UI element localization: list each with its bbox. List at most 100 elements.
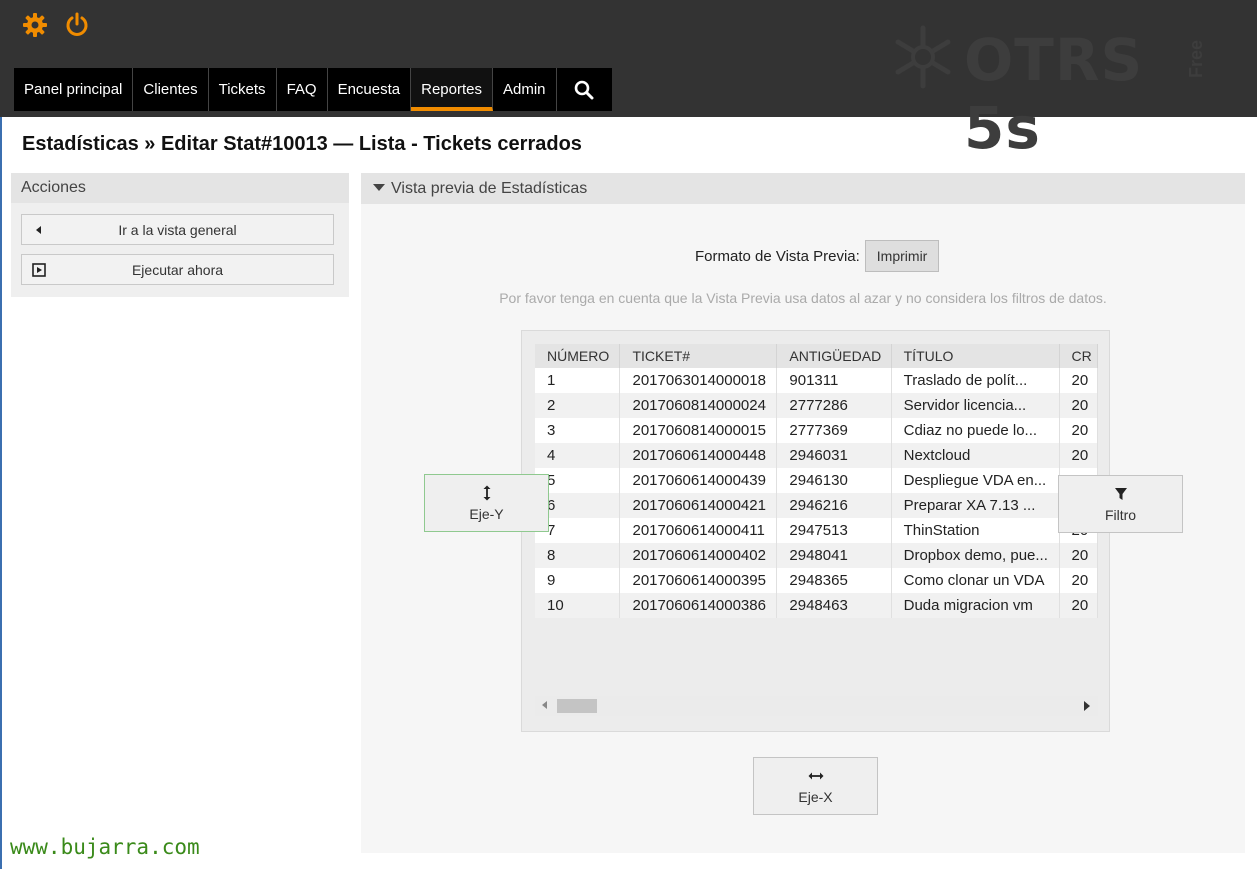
actions-sidebar: Acciones Ir a la vista general Ejecutar … — [11, 173, 349, 297]
table-row: 3 2017060814000015 2777369 Cdiaz no pued… — [535, 418, 1098, 443]
table-row: 7 2017060614000411 2947513 ThinStation 2… — [535, 518, 1098, 543]
filter-icon — [1114, 488, 1127, 500]
preview-table-wrap: NÚMERO TICKET# ANTIGÜEDAD TÍTULO CR 1 20… — [535, 344, 1098, 619]
overview-button[interactable]: Ir a la vista general — [21, 214, 334, 245]
nav-clientes[interactable]: Clientes — [133, 68, 209, 111]
table-cell: 2017060614000386 — [619, 593, 778, 618]
filter-button[interactable]: Filtro — [1058, 475, 1183, 533]
table-cell: 1 — [535, 368, 621, 393]
column-header: TICKET# — [619, 344, 778, 368]
table-row: 6 2017060614000421 2946216 Preparar XA 7… — [535, 493, 1098, 518]
table-cell: Cdiaz no puede lo... — [891, 418, 1060, 443]
preview-box: NÚMERO TICKET# ANTIGÜEDAD TÍTULO CR 1 20… — [521, 330, 1110, 732]
nav-reportes[interactable]: Reportes — [411, 68, 493, 111]
preview-table: NÚMERO TICKET# ANTIGÜEDAD TÍTULO CR 1 20… — [535, 344, 1098, 618]
window-edge — [0, 0, 2, 869]
vertical-resize-icon — [483, 485, 490, 501]
site-watermark: www.bujarra.com — [10, 835, 200, 859]
table-cell: 10 — [535, 593, 621, 618]
table-cell: 2948365 — [776, 568, 892, 593]
table-cell: 20 — [1059, 443, 1098, 468]
panel-heading[interactable]: Vista previa de Estadísticas — [361, 173, 1245, 204]
table-cell: ThinStation — [891, 518, 1060, 543]
panel-heading-label: Vista previa de Estadísticas — [391, 180, 588, 197]
table-cell: 8 — [535, 543, 621, 568]
table-cell: 2017060614000395 — [619, 568, 778, 593]
table-cell: 3 — [535, 418, 621, 443]
horizontal-scrollbar[interactable] — [535, 696, 1098, 716]
table-cell: 901311 — [776, 368, 892, 393]
table-cell: 2948041 — [776, 543, 892, 568]
collapse-triangle-icon — [373, 184, 385, 191]
preview-format-row: Formato de Vista Previa: Imprimir — [695, 240, 940, 272]
table-cell: 2017060614000411 — [619, 518, 778, 543]
main-nav: Panel principal Clientes Tickets FAQ Enc… — [14, 68, 612, 111]
otrs-star-icon — [895, 25, 951, 89]
column-header: ANTIGÜEDAD — [776, 344, 892, 368]
table-row: 9 2017060614000395 2948365 Como clonar u… — [535, 568, 1098, 593]
page-title: Estadísticas » Editar Stat#10013 — Lista… — [22, 133, 582, 155]
logo-text: OTRS 5s — [964, 26, 1144, 162]
table-cell: 2017060614000439 — [619, 468, 778, 493]
preview-note: Por favor tenga en cuenta que la Vista P… — [499, 290, 1107, 306]
table-cell: 2017063014000018 — [619, 368, 778, 393]
play-icon — [32, 263, 46, 277]
panel-body: Formato de Vista Previa: Imprimir Por fa… — [361, 204, 1245, 853]
caret-left-icon — [36, 226, 41, 234]
filter-button-label: Filtro — [1104, 507, 1137, 523]
power-icon[interactable] — [64, 12, 90, 38]
y-axis-button[interactable]: Eje-Y — [424, 474, 549, 532]
y-axis-button-label: Eje-Y — [469, 506, 504, 522]
overview-button-label: Ir a la vista general — [118, 221, 237, 238]
table-cell: Duda migracion vm — [891, 593, 1060, 618]
table-cell: 2017060614000402 — [619, 543, 778, 568]
table-cell: 20 — [1059, 568, 1098, 593]
table-cell: Nextcloud — [891, 443, 1060, 468]
table-cell: 2777369 — [776, 418, 892, 443]
nav-encuesta[interactable]: Encuesta — [327, 68, 412, 111]
table-row: 8 2017060614000402 2948041 Dropbox demo,… — [535, 543, 1098, 568]
table-row: 4 2017060614000448 2946031 Nextcloud 20 — [535, 443, 1098, 468]
column-header: CR — [1059, 344, 1098, 368]
table-cell: Traslado de polít... — [891, 368, 1060, 393]
stats-preview-panel: Vista previa de Estadísticas Formato de … — [361, 173, 1245, 853]
scroll-left-icon[interactable] — [542, 701, 547, 709]
table-cell: Dropbox demo, pue... — [891, 543, 1060, 568]
table-row: 5 2017060614000439 2946130 Despliegue VD… — [535, 468, 1098, 493]
table-cell: 20 — [1059, 393, 1098, 418]
x-axis-button[interactable]: Eje-X — [753, 757, 878, 815]
nav-panel-principal[interactable]: Panel principal — [14, 68, 134, 111]
nav-tickets[interactable]: Tickets — [208, 68, 277, 111]
table-cell: 20 — [1059, 543, 1098, 568]
table-row: 10 2017060614000386 2948463 Duda migraci… — [535, 593, 1098, 618]
scrollbar-thumb[interactable] — [557, 699, 597, 713]
column-header: TÍTULO — [891, 344, 1060, 368]
nav-faq[interactable]: FAQ — [276, 68, 328, 111]
horizontal-resize-icon — [808, 772, 823, 780]
scroll-right-icon[interactable] — [1084, 701, 1090, 711]
table-cell: Como clonar un VDA — [891, 568, 1060, 593]
table-cell: 2 — [535, 393, 621, 418]
otrs-logo: OTRS 5s Free — [888, 22, 1218, 162]
print-format-button[interactable]: Imprimir — [864, 240, 940, 272]
nav-search[interactable] — [556, 68, 612, 111]
table-cell: 2777286 — [776, 393, 892, 418]
gear-icon[interactable] — [22, 12, 48, 38]
run-now-button[interactable]: Ejecutar ahora — [21, 254, 334, 285]
run-now-button-label: Ejecutar ahora — [131, 261, 224, 278]
table-cell: 9 — [535, 568, 621, 593]
table-cell: 20 — [1059, 418, 1098, 443]
table-cell: Despliegue VDA en... — [891, 468, 1060, 493]
table-cell: 20 — [1059, 593, 1098, 618]
table-cell: 2946031 — [776, 443, 892, 468]
nav-admin[interactable]: Admin — [493, 68, 557, 111]
table-cell: Servidor licencia... — [891, 393, 1060, 418]
table-cell: 2017060814000024 — [619, 393, 778, 418]
app-header: OTRS 5s Free Panel principal Clientes Ti… — [0, 0, 1257, 162]
table-row: 1 2017063014000018 901311 Traslado de po… — [535, 368, 1098, 393]
table-cell: 2017060614000448 — [619, 443, 778, 468]
table-cell: 20 — [1059, 368, 1098, 393]
table-cell: 4 — [535, 443, 621, 468]
logo-badge: Free — [1186, 39, 1206, 78]
table-cell: 2017060614000421 — [619, 493, 778, 518]
